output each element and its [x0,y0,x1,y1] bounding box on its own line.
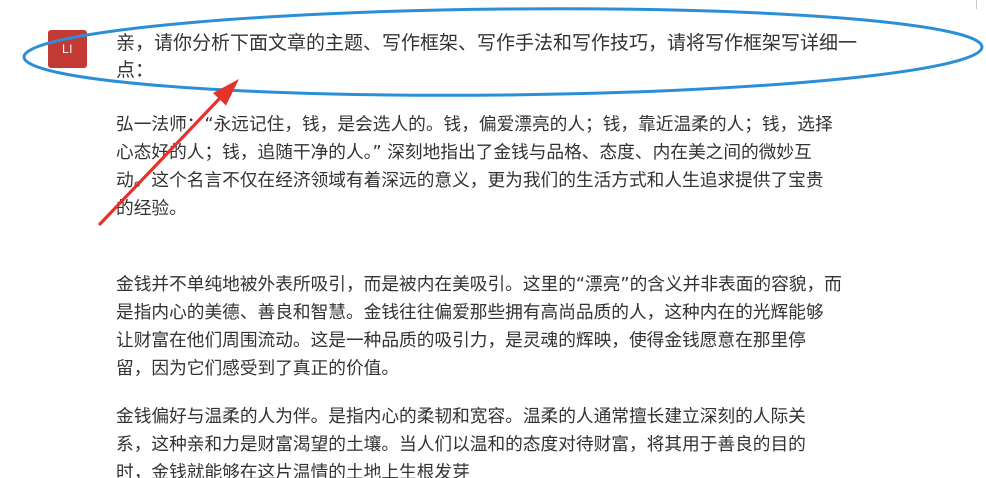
article-paragraph: 弘一法师：“永远记住，钱，是会选人的。钱，偏爱漂亮的人；钱，靠近温柔的人；钱，选… [116,111,833,223]
paragraph-line: 金钱偏好与温柔的人为伴。是指内心的柔韧和宽容。温柔的人通常擅长建立深刻的人际关 [116,407,806,427]
paragraph-line: 是指内心的美德、善良和智慧。金钱往往偏爱那些拥有高尚品质的人，这种内在的光辉能够 [116,303,824,323]
paragraph-line: 让财富在他们周围流动。这是一种品质的吸引力，是灵魂的辉映，使得金钱愿意在那里停 [116,331,806,351]
user-message: 亲，请你分析下面文章的主题、写作框架、写作手法和写作技巧，请将写作框架写详细一 … [116,30,857,84]
paragraph-line: 金钱并不单纯地被外表所吸引，而是被内在美吸引。这里的“漂亮”的含义并非表面的容貌… [116,275,842,295]
article-paragraph: 金钱偏好与温柔的人为伴。是指内心的柔韧和宽容。温柔的人通常擅长建立深刻的人际关 … [116,403,806,478]
paragraph-line: 留，因为它们感受到了真正的价值。 [116,359,400,379]
message-line: 点： [116,59,155,81]
right-panel-border [976,0,977,9]
paragraph-line: 弘一法师：“永远记住，钱，是会选人的。钱，偏爱漂亮的人；钱，靠近温柔的人；钱，选… [116,115,833,135]
paragraph-line: 系，这种亲和力是财富渴望的土壤。当人们以温和的态度对待财富，将其用于善良的目的 [116,435,806,455]
user-avatar: LI [48,30,87,68]
message-line: 亲，请你分析下面文章的主题、写作框架、写作手法和写作技巧，请将写作框架写详细一 [116,32,858,54]
paragraph-line: 时，金钱就能够在这片温情的土地上生根发芽 [116,463,470,478]
chat-view: LI 亲，请你分析下面文章的主题、写作框架、写作手法和写作技巧，请将写作框架写详… [0,0,986,478]
paragraph-line: 心态好的人；钱，追随干净的人。” 深刻地指出了金钱与品格、态度、内在美之间的微妙… [116,143,812,163]
paragraph-line: 动。这个名言不仅在经济领域有着深远的意义，更为我们的生活方式和人生追求提供了宝贵 [116,171,824,191]
paragraph-line: 的经验。 [116,199,187,219]
article-paragraph: 金钱并不单纯地被外表所吸引，而是被内在美吸引。这里的“漂亮”的含义并非表面的容貌… [116,271,842,383]
